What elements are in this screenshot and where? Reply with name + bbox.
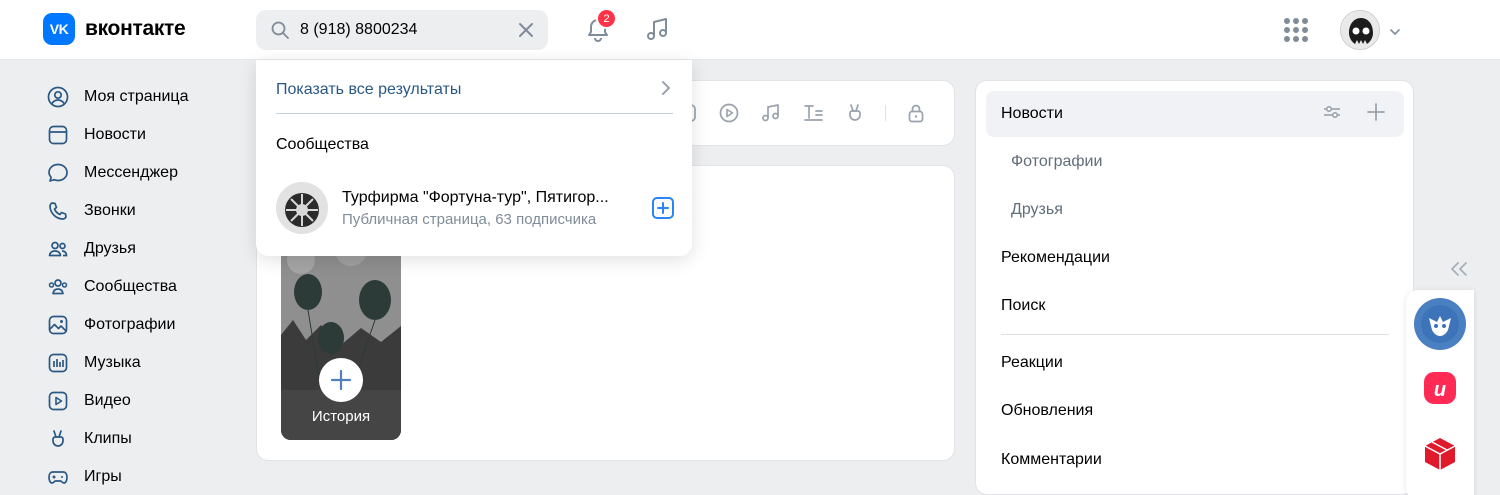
- communities-section-title: Сообщества: [276, 136, 369, 153]
- user-avatar[interactable]: [1340, 10, 1380, 50]
- left-navigation: Моя страница Новости Мессенджер Звонки Д…: [46, 78, 246, 495]
- music-player-icon[interactable]: [644, 16, 672, 44]
- communities-icon: [46, 275, 70, 299]
- filter-comments[interactable]: Комментарии: [986, 437, 1404, 483]
- settings-sliders-icon[interactable]: [1322, 102, 1342, 127]
- nav-item-music[interactable]: Музыка: [46, 344, 246, 382]
- music-attach-icon[interactable]: [759, 101, 783, 125]
- filter-updates[interactable]: Обновления: [986, 388, 1404, 434]
- video-icon: [46, 389, 70, 413]
- photo-icon: [46, 313, 70, 337]
- notifications-badge: 2: [596, 8, 617, 29]
- nav-label: Новости: [84, 126, 146, 143]
- search-icon: [270, 20, 290, 40]
- filters-divider: [1001, 334, 1389, 335]
- nav-label: Звонки: [84, 202, 136, 219]
- nav-label: Игры: [84, 468, 122, 485]
- collapse-double-chevron-icon[interactable]: [1449, 260, 1469, 282]
- nav-item-messenger[interactable]: Мессенджер: [46, 154, 246, 192]
- dropdown-divider: [276, 113, 673, 114]
- user-circle-icon: [46, 85, 70, 109]
- clips-icon: [46, 427, 70, 451]
- top-header: VK вконтакте 2: [0, 0, 1500, 60]
- filter-label: Новости: [1001, 105, 1063, 122]
- mini-app-box-icon[interactable]: [1414, 428, 1466, 480]
- friends-icon: [46, 237, 70, 261]
- add-story-button[interactable]: [319, 358, 363, 402]
- chevron-down-icon[interactable]: [1388, 24, 1402, 41]
- filter-label: Рекомендации: [1001, 249, 1110, 266]
- filter-photos[interactable]: Фотографии: [986, 139, 1404, 185]
- show-all-results-link[interactable]: Показать все результаты: [276, 78, 672, 102]
- nav-label: Музыка: [84, 354, 141, 371]
- newsfeed-icon: [46, 123, 70, 147]
- apps-grid-icon[interactable]: [1284, 18, 1308, 42]
- nav-label: Клипы: [84, 430, 132, 447]
- nav-item-news[interactable]: Новости: [46, 116, 246, 154]
- community-result-item[interactable]: Турфирма "Фортуна-тур", Пятигор... Публи…: [276, 180, 676, 236]
- news-filter-tools: [1322, 102, 1386, 127]
- filter-label: Поиск: [1001, 297, 1046, 314]
- nav-item-my-page[interactable]: Моя страница: [46, 78, 246, 116]
- community-title: Турфирма "Фортуна-тур", Пятигор...: [342, 188, 609, 206]
- video-attach-icon[interactable]: [717, 101, 741, 125]
- vk-logo-mark: VK: [43, 13, 75, 45]
- nav-item-photos[interactable]: Фотографии: [46, 306, 246, 344]
- nav-item-communities[interactable]: Сообщества: [46, 268, 246, 306]
- clip-icon[interactable]: [843, 101, 867, 125]
- nav-item-games[interactable]: Игры: [46, 458, 246, 495]
- filter-search[interactable]: Поиск: [986, 283, 1404, 329]
- filter-label: Фотографии: [1011, 153, 1103, 170]
- nav-label: Фотографии: [84, 316, 176, 333]
- nav-label: Мессенджер: [84, 164, 178, 181]
- lock-icon[interactable]: [904, 101, 928, 125]
- nav-label: Друзья: [84, 240, 136, 257]
- phone-icon: [46, 199, 70, 223]
- nav-item-friends[interactable]: Друзья: [46, 230, 246, 268]
- filter-label: Реакции: [1001, 354, 1063, 371]
- filter-news[interactable]: Новости: [986, 91, 1404, 137]
- svg-text:и: и: [1434, 379, 1446, 401]
- mini-app-mask-icon[interactable]: [1414, 298, 1466, 350]
- clear-search-icon[interactable]: [516, 20, 536, 40]
- community-subtitle: Публичная страница, 63 подписчика: [342, 210, 597, 228]
- nav-label: Сообщества: [84, 278, 177, 295]
- nav-item-clips[interactable]: Клипы: [46, 420, 246, 458]
- filter-friends[interactable]: Друзья: [986, 187, 1404, 233]
- filter-label: Друзья: [1011, 201, 1063, 218]
- filter-reactions[interactable]: Реакции: [986, 340, 1404, 386]
- composer-tools: [675, 101, 928, 125]
- nav-label: Моя страница: [84, 88, 189, 105]
- show-all-results-label: Показать все результаты: [276, 81, 462, 98]
- games-icon: [46, 465, 70, 489]
- add-story-label: История: [311, 408, 371, 425]
- nav-item-calls[interactable]: Звонки: [46, 192, 246, 230]
- nav-item-video[interactable]: Видео: [46, 382, 246, 420]
- community-result-text: Турфирма "Фортуна-тур", Пятигор... Публи…: [342, 189, 652, 228]
- mini-apps-bar: и: [1406, 290, 1474, 495]
- filter-label: Комментарии: [1001, 451, 1102, 468]
- community-avatar: [276, 182, 328, 234]
- mini-app-i-icon[interactable]: и: [1414, 362, 1466, 414]
- music-icon: [46, 351, 70, 375]
- add-filter-icon[interactable]: [1366, 102, 1386, 127]
- filter-recommendations[interactable]: Рекомендации: [986, 235, 1404, 281]
- filter-label: Обновления: [1001, 402, 1094, 419]
- vk-logo[interactable]: VK вконтакте: [43, 13, 186, 45]
- composer-divider: [885, 105, 886, 121]
- message-icon: [46, 161, 70, 185]
- chevron-right-icon: [660, 79, 672, 101]
- search-input[interactable]: [300, 21, 516, 39]
- search-results-dropdown: Показать все результаты Сообщества Турфи…: [256, 60, 692, 256]
- feed-filters-panel: Новости Фотографии Друзья Рекомендации П…: [975, 80, 1414, 495]
- search-box[interactable]: [256, 10, 548, 50]
- article-icon[interactable]: [801, 101, 825, 125]
- subscribe-plus-icon[interactable]: [652, 197, 674, 219]
- nav-label: Видео: [84, 392, 131, 409]
- vk-logo-text: вконтакте: [85, 17, 186, 40]
